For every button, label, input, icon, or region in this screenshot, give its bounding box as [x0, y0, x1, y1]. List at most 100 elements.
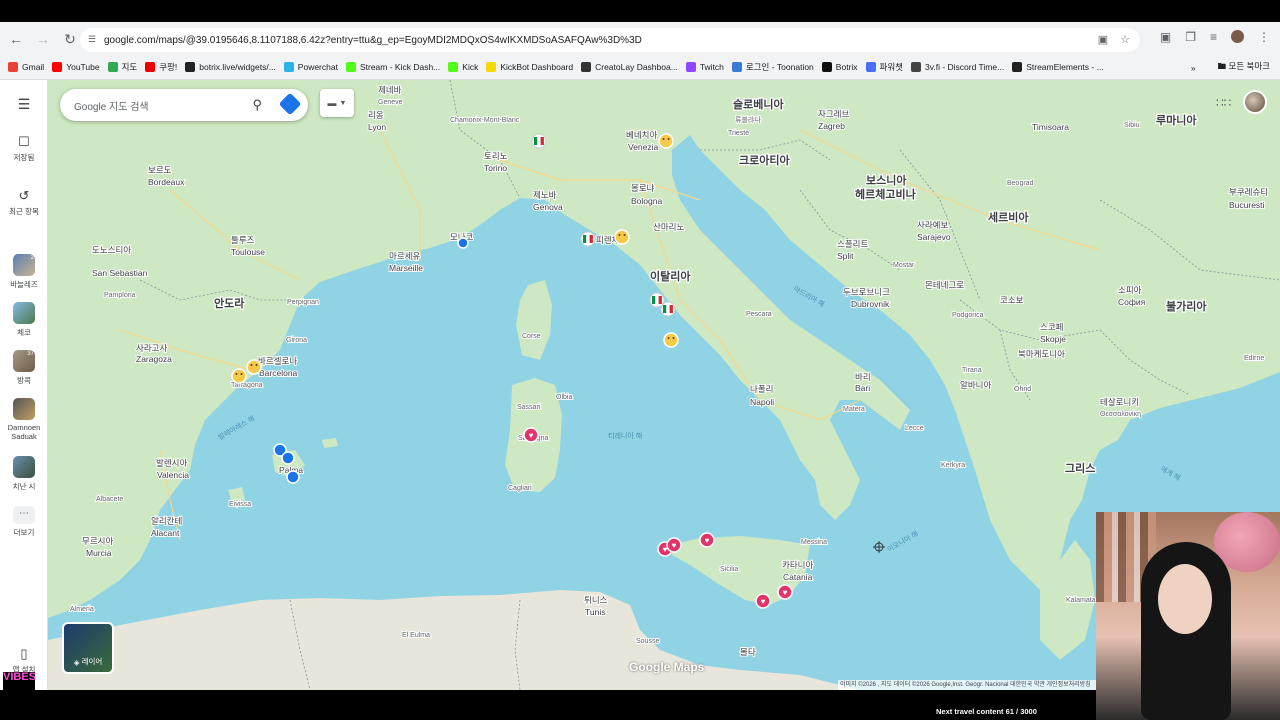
- bookmark-favicon-icon: [107, 62, 118, 72]
- sidebar-item-recent-place[interactable]: 체코: [0, 302, 48, 338]
- bookmark-favicon-icon: [1012, 62, 1023, 72]
- sidebar-item-recent[interactable]: ↺ 최근 항목: [0, 188, 48, 217]
- puzzle-icon[interactable]: ❐: [1185, 30, 1196, 44]
- bookmark-item[interactable]: Botrix: [821, 62, 858, 72]
- bookmark-item[interactable]: YouTube: [52, 62, 100, 72]
- reload-icon[interactable]: ↻: [58, 27, 82, 51]
- place-thumbnail: [13, 456, 35, 478]
- bookmark-item[interactable]: 3v.fi - Discord Time...: [911, 62, 1004, 72]
- bookmark-item[interactable]: botrix.live/widgets/...: [185, 62, 276, 72]
- heart-marker[interactable]: ♥: [666, 537, 682, 553]
- place-badge: 37: [27, 351, 34, 357]
- layers-icon: ◈: [73, 658, 82, 667]
- bookmark-item[interactable]: 쿠팡!: [145, 61, 177, 73]
- sidebar-item-recent-place[interactable]: 치난 시: [0, 456, 48, 492]
- site-info-icon[interactable]: ☰: [88, 34, 100, 46]
- bookmark-item[interactable]: 지도: [107, 61, 138, 73]
- bookmark-favicon-icon: [345, 62, 356, 72]
- layers-label: 레이어: [81, 657, 103, 666]
- folder-icon: 🖿: [1217, 61, 1227, 71]
- pin-marker[interactable]: [281, 451, 295, 465]
- extension-icon[interactable]: ▣: [1160, 30, 1171, 44]
- install-app-icon[interactable]: ▣: [1098, 33, 1108, 46]
- profile-icon[interactable]: [1231, 30, 1244, 43]
- place-thumbnail: 37: [13, 350, 35, 372]
- browser-chrome: ← → ↻ ☰ google.com/maps/@39.0195646,8.11…: [0, 22, 1280, 80]
- heart-marker[interactable]: ♥: [699, 532, 715, 548]
- svg-text:♥: ♥: [529, 431, 534, 440]
- search-icon[interactable]: ⚲: [252, 97, 262, 113]
- bookmark-label: 3v.fi - Discord Time...: [925, 62, 1005, 72]
- url-text: google.com/maps/@39.0195646,8.1107188,6.…: [104, 34, 642, 46]
- emoji-marker[interactable]: [246, 359, 262, 375]
- bookmark-item[interactable]: CreatoLay Dashboa...: [581, 62, 678, 72]
- sidebar-item-recent-place[interactable]: 2 바늘레즈: [0, 254, 48, 290]
- bookmark-item[interactable]: StreamElements - ...: [1012, 62, 1104, 72]
- bookmark-item[interactable]: 로그인 - Toonation: [731, 61, 814, 73]
- heart-marker[interactable]: ♥: [777, 584, 793, 600]
- sidebar-item-label: 최근 항목: [9, 207, 39, 216]
- bookmarks-bar: Gmail YouTube 지도 쿠팡! botrix.live/widgets/...…: [0, 56, 1280, 78]
- address-bar[interactable]: ☰ google.com/maps/@39.0195646,8.1107188,…: [80, 28, 1140, 52]
- bookmark-item[interactable]: Powerchat: [283, 62, 338, 72]
- bookmark-favicon-icon: [283, 62, 294, 72]
- bookmark-label: YouTube: [66, 62, 100, 72]
- bookmark-label: Powerchat: [297, 62, 338, 72]
- bookmark-label: StreamElements - ...: [1026, 62, 1104, 72]
- more-icon: ⋯: [13, 506, 35, 524]
- more-bookmarks-icon[interactable]: »: [1191, 63, 1196, 73]
- emoji-marker[interactable]: [614, 229, 630, 245]
- sidebar-item-recent-place[interactable]: 37 방콕: [0, 350, 48, 386]
- heart-marker[interactable]: ♥: [523, 427, 539, 443]
- heart-marker[interactable]: ♥: [755, 593, 771, 609]
- bookmark-favicon-icon: [185, 62, 196, 72]
- emoji-marker[interactable]: [231, 368, 247, 384]
- bookmark-favicon-icon: [581, 62, 592, 72]
- hamburger-icon[interactable]: ☰: [0, 96, 48, 113]
- bookmark-item[interactable]: 파워챗: [865, 61, 903, 73]
- flag-marker[interactable]: [531, 133, 547, 149]
- phone-icon: ▯: [20, 646, 28, 661]
- layers-button[interactable]: ◈ 레이어: [62, 622, 114, 674]
- apps-grid-icon[interactable]: ∷∷: [1216, 96, 1231, 110]
- webcam-overlay: [1096, 512, 1280, 720]
- sidebar-item-label: 치난 시: [12, 482, 36, 491]
- directions-icon[interactable]: [278, 92, 302, 116]
- maps-sidebar: ☰ ☐ 저장됨 ↺ 최근 항목 2 바늘레즈 체코 37 방콕 Damnoen …: [0, 80, 48, 690]
- bookmark-label: 로그인 - Toonation: [745, 62, 814, 72]
- bookmark-item[interactable]: Twitch: [685, 62, 724, 72]
- map-attribution[interactable]: 이미지 ©2026 , 지도 데이터 ©2026 Google,Inst. Ge…: [838, 680, 1100, 690]
- bookmark-item[interactable]: Stream - Kick Dash...: [345, 62, 440, 72]
- emoji-marker[interactable]: [658, 133, 674, 149]
- bookmark-label: botrix.live/widgets/...: [199, 62, 276, 72]
- bookmark-favicon-icon: [911, 62, 921, 72]
- flag-marker[interactable]: [660, 301, 676, 317]
- emoji-marker[interactable]: [663, 332, 679, 348]
- sidebar-item-saved[interactable]: ☐ 저장됨: [0, 134, 48, 163]
- map-type-chip[interactable]: ▬ ▼: [320, 89, 354, 117]
- bookmark-item[interactable]: Gmail: [8, 62, 44, 72]
- bookmark-item[interactable]: KickBot Dashboard: [486, 62, 573, 72]
- browser-menu-icon[interactable]: ⋮: [1258, 30, 1270, 44]
- stream-bottom-bar: [0, 690, 1280, 720]
- bookmark-favicon-icon: [821, 62, 832, 72]
- sidebar-item-recent-place[interactable]: Damnoen Saduak: [0, 398, 48, 441]
- search-input[interactable]: Google 지도 검색 ⚲: [60, 89, 308, 121]
- sidebar-item-more[interactable]: ⋯ 더보기: [0, 506, 48, 538]
- bookmark-favicon-icon: [8, 62, 18, 72]
- forward-icon[interactable]: →: [31, 27, 55, 51]
- media-icon[interactable]: ≡: [1210, 30, 1217, 44]
- flag-marker[interactable]: [580, 231, 596, 247]
- google-maps-logo: Google Maps: [629, 660, 705, 674]
- avatar[interactable]: [1243, 90, 1267, 114]
- bookmark-item[interactable]: Kick: [448, 62, 478, 72]
- sidebar-item-label: 더보기: [13, 528, 35, 537]
- bookmark-label: 지도: [121, 62, 138, 72]
- bookmark-favicon-icon: [731, 62, 742, 72]
- back-icon[interactable]: ←: [4, 27, 28, 51]
- pin-marker[interactable]: [286, 470, 300, 484]
- pin-marker[interactable]: [457, 237, 469, 249]
- bookmark-star-icon[interactable]: ☆: [1120, 33, 1130, 46]
- bookmark-favicon-icon: [685, 62, 696, 72]
- all-bookmarks[interactable]: 🖿 모든 북마크: [1218, 60, 1270, 75]
